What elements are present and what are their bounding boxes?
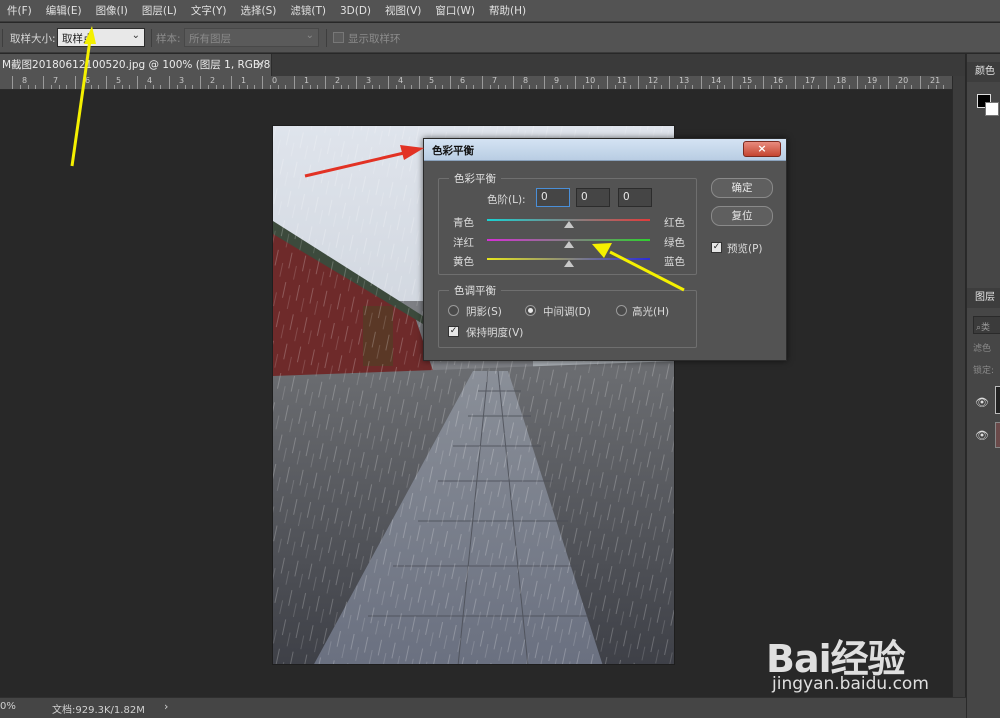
annotation-arrow-yellow-menu: [70, 26, 96, 167]
annotation-arrow-red-dialog: [304, 145, 424, 178]
baidu-watermark: Bai经验 jingyan.baidu.com: [766, 610, 986, 700]
annotation-arrow-yellow-slider: [592, 243, 685, 292]
watermark-url: jingyan.baidu.com: [772, 674, 929, 694]
